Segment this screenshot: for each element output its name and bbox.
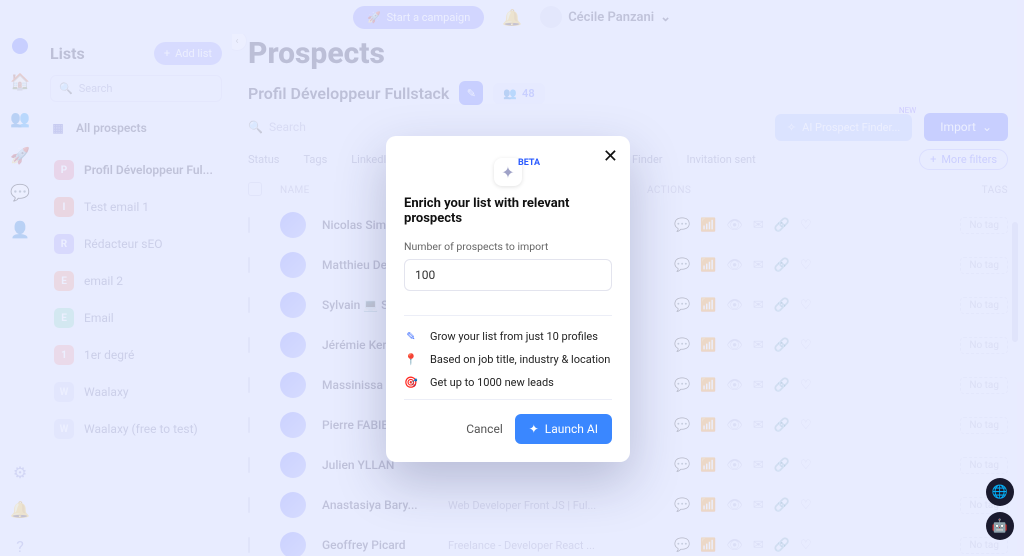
feature-row: 📍Based on job title, industry & location (404, 353, 612, 366)
sparkle-icon: ✦ (529, 422, 539, 436)
enrich-modal: ✕ ✦ BETA Enrich your list with relevant … (386, 136, 630, 462)
pin-icon: 📍 (404, 353, 418, 366)
feature-row: ✎Grow your list from just 10 profiles (404, 330, 612, 343)
field-label: Number of prospects to import (404, 240, 612, 253)
launch-ai-button[interactable]: ✦ Launch AI (515, 414, 612, 444)
translate-fab[interactable]: 🌐 (986, 478, 1014, 506)
cancel-button[interactable]: Cancel (466, 422, 503, 436)
wand-icon: ✎ (404, 330, 418, 343)
beta-badge: BETA (518, 158, 540, 168)
modal-title: Enrich your list with relevant prospects (404, 196, 612, 226)
prospects-count-input[interactable] (404, 259, 612, 291)
target-icon: 🎯 (404, 376, 418, 389)
feature-row: 🎯Get up to 1000 new leads (404, 376, 612, 389)
support-fab[interactable]: 🤖 (986, 512, 1014, 540)
